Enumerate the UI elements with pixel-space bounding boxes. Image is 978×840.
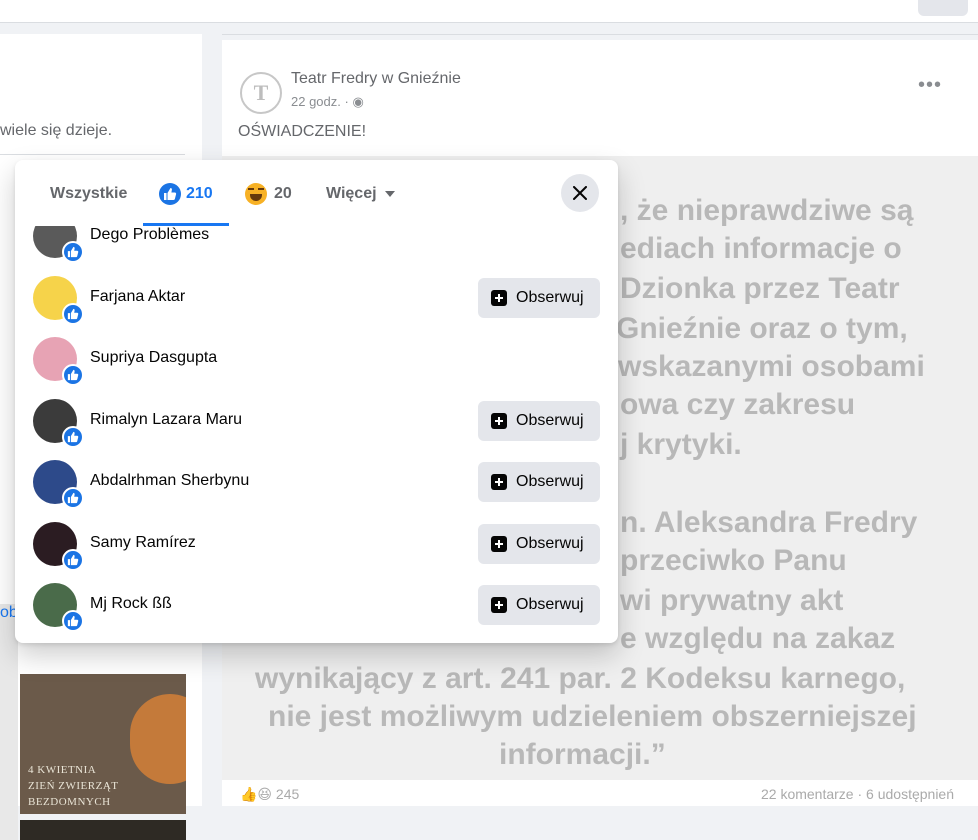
quote-line: przeciwko Panu bbox=[620, 544, 847, 577]
follow-icon bbox=[491, 536, 507, 552]
tab-more[interactable]: Więcej bbox=[326, 182, 395, 206]
like-badge-icon bbox=[62, 241, 84, 263]
like-badge-icon bbox=[62, 364, 84, 386]
close-icon bbox=[573, 186, 587, 200]
list-item[interactable]: Farjana Aktar Obserwuj bbox=[15, 276, 618, 337]
person-name[interactable]: Dego Problèmes bbox=[90, 226, 209, 244]
event-image-line-2: ZIEŃ ZWIERZĄT bbox=[28, 780, 119, 792]
post-time[interactable]: 22 godz. · ◉ bbox=[291, 94, 364, 110]
top-bar-button[interactable] bbox=[918, 0, 968, 16]
quote-line: wskazanymi osobami bbox=[618, 350, 925, 383]
close-button[interactable] bbox=[561, 174, 599, 212]
quote-line: , że nieprawdziwe są bbox=[620, 194, 914, 227]
reactions-dialog: Wszystkie 210 20 Więcej Dego Problèmes Fa… bbox=[15, 160, 618, 643]
follow-icon bbox=[491, 474, 507, 490]
person-name[interactable]: Abdalrhman Sherbynu bbox=[90, 472, 249, 490]
divider bbox=[0, 154, 185, 155]
event-image[interactable]: 4 KWIETNIA ZIEŃ ZWIERZĄT BEZDOMNYCH bbox=[20, 674, 186, 814]
quote-line: n. Aleksandra Fredry bbox=[620, 506, 918, 539]
event-image-2[interactable] bbox=[20, 820, 186, 840]
quote-line: ediach informacje o bbox=[620, 232, 902, 265]
left-blue-text[interactable]: ob bbox=[0, 604, 18, 634]
tab-like[interactable]: 210 bbox=[159, 182, 213, 206]
list-item[interactable]: Mj Rock ßß Obserwuj bbox=[15, 583, 618, 643]
tab-more-label: Więcej bbox=[326, 185, 377, 202]
globe-icon: ◉ bbox=[352, 94, 364, 109]
reactor-list[interactable]: Dego Problèmes Farjana Aktar Obserwuj Supri… bbox=[15, 226, 618, 643]
left-snippet: wiele się dzieje. bbox=[0, 122, 113, 139]
quote-line: wynikający z art. 241 par. 2 Kodeksu kar… bbox=[255, 662, 906, 695]
divider bbox=[222, 34, 978, 35]
top-bar bbox=[0, 0, 978, 23]
reaction-count: 245 bbox=[275, 786, 300, 802]
post-footer: 👍😆 245 22 komentarze · 6 udostępnień bbox=[222, 782, 978, 806]
quote-line: e względu na zakaz bbox=[620, 622, 896, 655]
follow-button[interactable]: Obserwuj bbox=[478, 462, 600, 502]
list-item[interactable]: Dego Problèmes bbox=[15, 226, 618, 275]
person-name[interactable]: Mj Rock ßß bbox=[90, 595, 172, 613]
quote-line: wi prywatny akt bbox=[620, 584, 844, 617]
quote-line: nie jest możliwym udzieleniem obszerniej… bbox=[268, 700, 917, 733]
follow-icon bbox=[491, 413, 507, 429]
quote-line: Gnieźnie oraz o tym, bbox=[616, 312, 908, 345]
follow-button[interactable]: Obserwuj bbox=[478, 401, 600, 441]
page-avatar[interactable]: T bbox=[240, 72, 282, 114]
like-badge-icon bbox=[62, 487, 84, 509]
follow-label: Obserwuj bbox=[516, 289, 584, 306]
list-item[interactable]: Rimalyn Lazara Maru Obserwuj bbox=[15, 399, 618, 460]
cat-shape bbox=[130, 694, 186, 784]
person-name[interactable]: Farjana Aktar bbox=[90, 288, 185, 306]
haha-icon bbox=[245, 183, 267, 205]
list-item[interactable]: Abdalrhman Sherbynu Obserwuj bbox=[15, 460, 618, 521]
tab-all[interactable]: Wszystkie bbox=[50, 182, 127, 206]
follow-button[interactable]: Obserwuj bbox=[478, 524, 600, 564]
quote-line: Dzionka przez Teatr bbox=[620, 272, 900, 305]
post-time-text: 22 godz. · bbox=[291, 94, 349, 109]
follow-label: Obserwuj bbox=[516, 473, 584, 490]
follow-label: Obserwuj bbox=[516, 596, 584, 613]
follow-label: Obserwuj bbox=[516, 535, 584, 552]
follow-button[interactable]: Obserwuj bbox=[478, 585, 600, 625]
person-name[interactable]: Rimalyn Lazara Maru bbox=[90, 411, 242, 429]
page-name[interactable]: Teatr Fredry w Gnieźnie bbox=[291, 70, 461, 88]
event-image-line-3: BEZDOMNYCH bbox=[28, 796, 111, 808]
chevron-down-icon bbox=[384, 191, 395, 197]
comments-shares[interactable]: 22 komentarze · 6 udostępnień bbox=[761, 786, 954, 802]
follow-icon bbox=[491, 597, 507, 613]
person-name[interactable]: Supriya Dasgupta bbox=[90, 349, 217, 367]
quote-line: owa czy zakresu bbox=[620, 388, 856, 421]
tab-haha-count: 20 bbox=[274, 185, 292, 202]
event-image-line-1: 4 KWIETNIA bbox=[28, 764, 97, 776]
follow-icon bbox=[491, 290, 507, 306]
quote-line: informacji.” bbox=[499, 738, 666, 771]
post-text: OŚWIADCZENIE! bbox=[238, 123, 367, 140]
follow-label: Obserwuj bbox=[516, 412, 584, 429]
more-options-icon[interactable]: ••• bbox=[918, 74, 942, 97]
list-item[interactable]: Supriya Dasgupta bbox=[15, 337, 618, 398]
tab-haha[interactable]: 20 bbox=[245, 182, 292, 206]
page-logo-icon: T bbox=[253, 80, 269, 105]
reaction-summary[interactable]: 👍😆 245 bbox=[240, 786, 299, 803]
list-item[interactable]: Samy Ramírez Obserwuj bbox=[15, 522, 618, 583]
like-badge-icon bbox=[62, 549, 84, 571]
like-badge-icon bbox=[62, 610, 84, 632]
tab-like-count: 210 bbox=[186, 185, 213, 202]
follow-button[interactable]: Obserwuj bbox=[478, 278, 600, 318]
like-badge-icon bbox=[62, 303, 84, 325]
person-name[interactable]: Samy Ramírez bbox=[90, 534, 196, 552]
tab-all-label: Wszystkie bbox=[50, 185, 128, 202]
quote-line: j krytyki. bbox=[620, 428, 742, 461]
like-badge-icon bbox=[62, 426, 84, 448]
reaction-tabs: Wszystkie 210 20 Więcej bbox=[15, 160, 618, 226]
like-icon bbox=[159, 183, 181, 205]
